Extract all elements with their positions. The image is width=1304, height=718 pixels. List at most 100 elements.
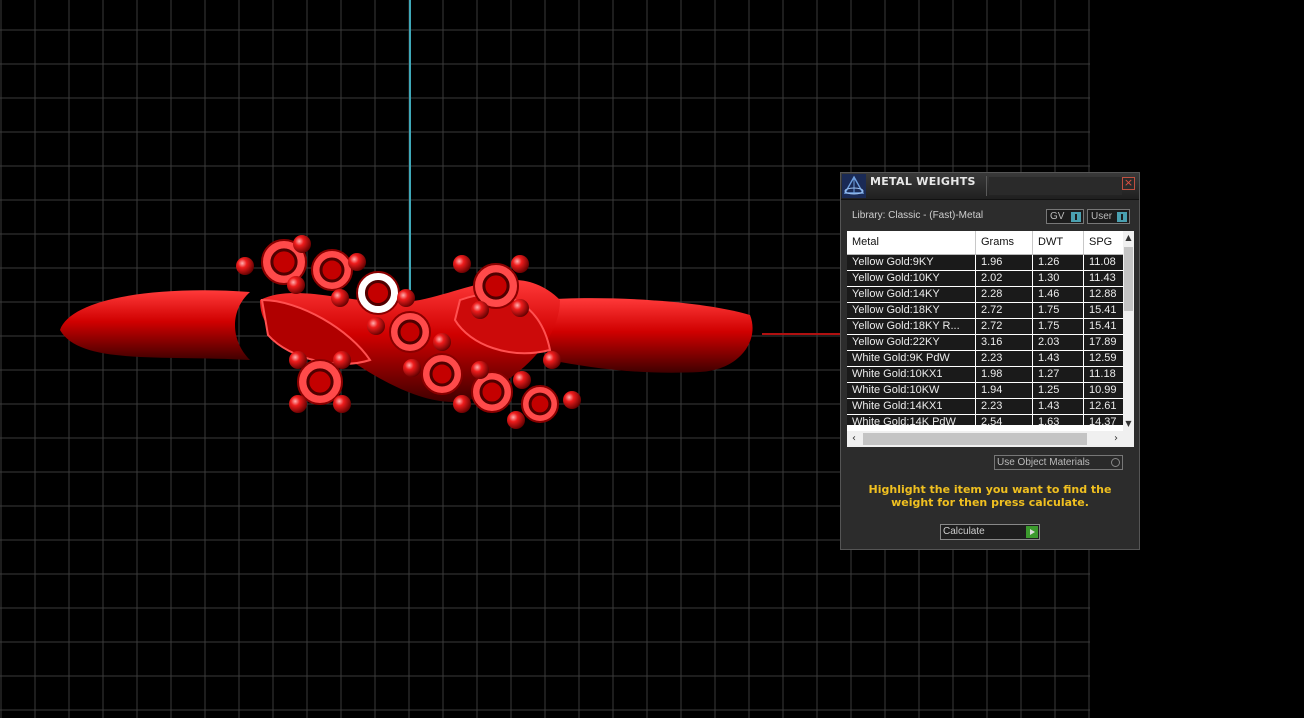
table-row[interactable]: Yellow Gold:9KY 1.96 1.26 11.08	[847, 255, 1123, 271]
toggle-indicator-icon	[1071, 212, 1081, 222]
metal-bead	[563, 391, 581, 409]
cell-spg: 10.99	[1084, 383, 1123, 398]
column-header-spg[interactable]: SPG	[1084, 231, 1123, 254]
cell-grams: 1.96	[976, 255, 1032, 270]
cell-grams: 2.23	[976, 351, 1032, 366]
gv-toggle-label: GV	[1050, 211, 1065, 222]
cell-spg: 11.18	[1084, 367, 1123, 382]
cell-dwt: 1.30	[1033, 271, 1083, 286]
table-row[interactable]: White Gold:14K PdW 2.54 1.63 14.37	[847, 415, 1123, 431]
table-row[interactable]: Yellow Gold:22KY 3.16 2.03 17.89	[847, 335, 1123, 351]
table-row[interactable]: Yellow Gold:18KY 2.72 1.75 15.41	[847, 303, 1123, 319]
cell-metal: White Gold:10KX1	[847, 367, 975, 382]
scroll-up-icon[interactable]: ▲	[1123, 231, 1134, 245]
cell-metal: Yellow Gold:9KY	[847, 255, 975, 270]
metal-bead	[543, 351, 561, 369]
cell-metal: White Gold:9K PdW	[847, 351, 975, 366]
horizontal-scrollbar[interactable]: ‹ ›	[847, 431, 1123, 447]
metal-bead	[348, 253, 366, 271]
ring-model[interactable]	[60, 235, 753, 429]
play-arrow-icon	[1026, 526, 1038, 538]
pyramid-logo-icon	[842, 174, 866, 198]
cell-spg: 12.61	[1084, 399, 1123, 414]
cell-grams: 2.02	[976, 271, 1032, 286]
column-header-metal[interactable]: Metal	[847, 231, 976, 254]
table-body: Yellow Gold:9KY 1.96 1.26 11.08 Yellow Gold:…	[847, 255, 1123, 431]
cell-spg: 15.41	[1084, 303, 1123, 318]
radio-indicator-icon	[1111, 458, 1120, 467]
gem-hole	[482, 272, 510, 300]
cell-grams: 2.72	[976, 319, 1032, 334]
gem-hole	[364, 279, 392, 307]
cell-metal: Yellow Gold:10KY	[847, 271, 975, 286]
calculate-button[interactable]: Calculate	[940, 524, 1040, 540]
metal-bead	[511, 255, 529, 273]
close-button[interactable]: ×	[1122, 177, 1135, 190]
metal-bead	[453, 395, 471, 413]
metal-bead	[397, 289, 415, 307]
column-header-dwt[interactable]: DWT	[1033, 231, 1084, 254]
cell-dwt: 1.27	[1033, 367, 1083, 382]
title-drag-area[interactable]	[989, 177, 1122, 195]
gv-toggle[interactable]: GV	[1046, 209, 1084, 224]
scroll-right-icon[interactable]: ›	[1109, 431, 1123, 447]
horizontal-scroll-thumb[interactable]	[863, 433, 1087, 445]
vertical-scrollbar[interactable]: ▲ ▼	[1123, 231, 1134, 431]
cell-dwt: 1.75	[1033, 303, 1083, 318]
cell-dwt: 1.26	[1033, 255, 1083, 270]
metal-bead	[507, 411, 525, 429]
cell-spg: 12.88	[1084, 287, 1123, 302]
title-divider	[986, 176, 987, 196]
metal-table: Metal Grams DWT SPG Yellow Gold:9KY 1.96 1…	[847, 231, 1134, 447]
table-row[interactable]: White Gold:14KX1 2.23 1.43 12.61	[847, 399, 1123, 415]
metal-bead	[333, 395, 351, 413]
scrollbar-corner	[1123, 431, 1134, 447]
close-icon: ×	[1123, 176, 1134, 189]
table-row[interactable]: White Gold:10KX1 1.98 1.27 11.18	[847, 367, 1123, 383]
cell-spg: 17.89	[1084, 335, 1123, 350]
cell-grams: 2.23	[976, 399, 1032, 414]
panel-title: METAL WEIGHTS	[870, 175, 976, 188]
cell-grams: 2.72	[976, 303, 1032, 318]
table-row[interactable]: White Gold:9K PdW 2.23 1.43 12.59	[847, 351, 1123, 367]
metal-bead	[236, 257, 254, 275]
metal-bead	[293, 235, 311, 253]
metal-bead	[289, 395, 307, 413]
cell-spg: 14.37	[1084, 415, 1123, 425]
cell-spg: 11.08	[1084, 255, 1123, 270]
metal-weights-panel: METAL WEIGHTS × Library: Classic - (Fast…	[840, 172, 1140, 550]
scroll-left-icon[interactable]: ‹	[847, 431, 861, 447]
cell-spg: 12.59	[1084, 351, 1123, 366]
table-row[interactable]: Yellow Gold:18KY R... 2.72 1.75 15.41	[847, 319, 1123, 335]
table-row[interactable]: Yellow Gold:14KY 2.28 1.46 12.88	[847, 287, 1123, 303]
ring-band-right	[540, 298, 753, 373]
vertical-scroll-thumb[interactable]	[1124, 247, 1133, 311]
gem-hole	[397, 319, 423, 345]
cell-dwt: 1.43	[1033, 399, 1083, 414]
cell-metal: Yellow Gold:22KY	[847, 335, 975, 350]
user-toggle-label: User	[1091, 211, 1113, 222]
table-row[interactable]: White Gold:10KW 1.94 1.25 10.99	[847, 383, 1123, 399]
metal-bead	[433, 333, 451, 351]
cell-dwt: 1.25	[1033, 383, 1083, 398]
metal-bead	[289, 351, 307, 369]
cell-metal: Yellow Gold:18KY R...	[847, 319, 975, 334]
column-header-grams[interactable]: Grams	[976, 231, 1033, 254]
gem-hole	[319, 257, 345, 283]
cell-spg: 11.43	[1084, 271, 1123, 286]
cell-spg: 15.41	[1084, 319, 1123, 334]
panel-titlebar[interactable]: METAL WEIGHTS ×	[841, 173, 1139, 200]
table-row[interactable]: Yellow Gold:10KY 2.02 1.30 11.43	[847, 271, 1123, 287]
cell-metal: Yellow Gold:14KY	[847, 287, 975, 302]
instruction-text: Highlight the item you want to find the …	[868, 483, 1112, 509]
cell-dwt: 1.63	[1033, 415, 1083, 425]
use-object-materials-toggle[interactable]: Use Object Materials	[994, 455, 1123, 470]
user-toggle[interactable]: User	[1087, 209, 1130, 224]
metal-bead	[471, 361, 489, 379]
metal-bead	[331, 289, 349, 307]
cell-grams: 1.98	[976, 367, 1032, 382]
scroll-down-icon[interactable]: ▼	[1123, 417, 1134, 431]
toggle-indicator-icon	[1117, 212, 1127, 222]
metal-bead	[453, 255, 471, 273]
cell-dwt: 1.75	[1033, 319, 1083, 334]
